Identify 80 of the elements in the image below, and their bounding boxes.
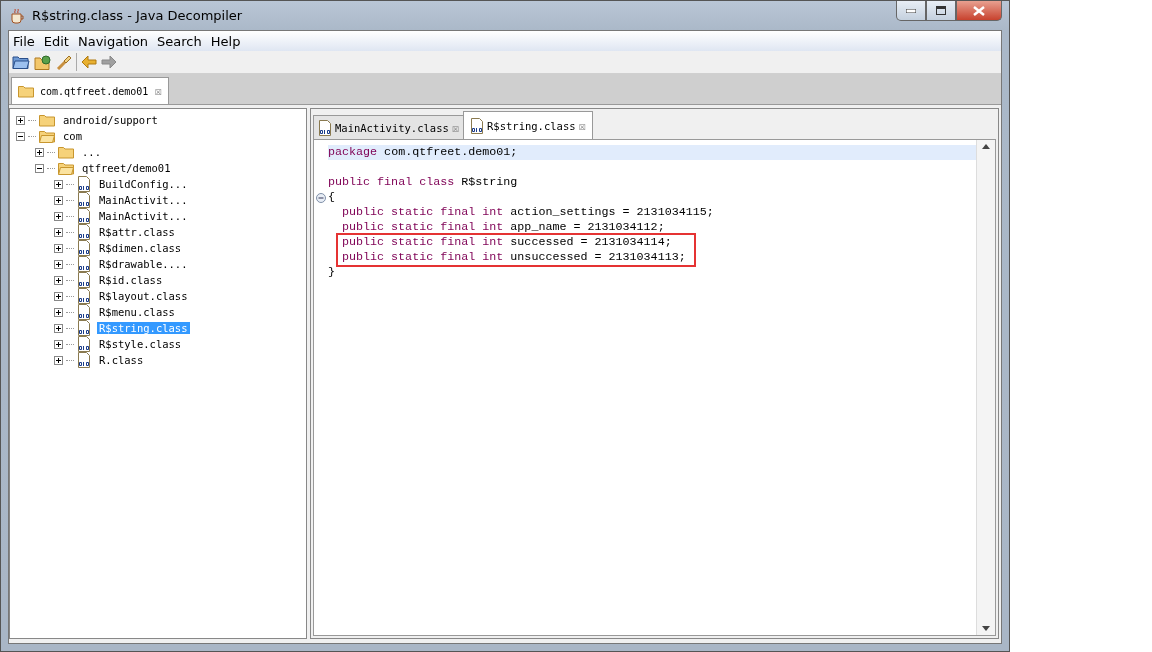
expand-toggle-icon[interactable] [54,275,63,285]
file-tab[interactable]: R$string.class ☒ [463,111,593,139]
menu-item[interactable]: Help [210,33,241,49]
scrollbar[interactable] [976,140,995,635]
code-line: public static final int successed = 2131034114; [342,235,672,250]
code-line: public static final int action_settings = 2131034115; [342,205,714,220]
close-icon [973,5,985,16]
menu-item[interactable]: Navigation [77,33,149,49]
tree-item[interactable]: qtfreet/demo01 [80,162,173,174]
tree-item[interactable]: com [61,130,84,142]
expand-toggle-icon[interactable] [16,115,25,125]
collapse-toggle-icon[interactable] [35,163,44,173]
close-button[interactable] [956,1,1002,21]
code-line: public static final int unsuccessed = 2131034113; [342,250,686,265]
package-tab[interactable]: com.qtfreet.demo01 ☒ [11,77,169,104]
class-file-icon [77,336,91,352]
tree-item[interactable]: R$layout.class [97,290,190,302]
expand-toggle-icon[interactable] [54,339,63,349]
expand-toggle-icon[interactable] [54,227,63,237]
expand-toggle-icon[interactable] [54,355,63,365]
folder-icon [39,113,55,127]
tree-item[interactable]: R.class [97,354,146,366]
minimize-icon [906,8,916,13]
expand-toggle-icon[interactable] [54,307,63,317]
expand-toggle-icon[interactable] [54,291,63,301]
class-file-icon [77,224,91,240]
tree-item[interactable]: R$style.class [97,338,184,350]
code-line: public final class R$string [328,175,518,190]
scroll-down-icon[interactable] [982,626,990,631]
class-file-icon [77,320,91,336]
window-title: R$string.class - Java Decompiler [32,8,243,23]
minimize-button[interactable] [896,1,926,21]
class-file-icon [77,352,91,368]
class-file-icon [77,240,91,256]
class-file-icon [77,304,91,320]
class-file-icon [77,256,91,272]
collapse-toggle-icon[interactable] [16,131,25,141]
tree-item[interactable]: MainActivit... [97,194,190,206]
expand-toggle-icon[interactable] [54,259,63,269]
class-file-icon [77,208,91,224]
tree-item[interactable]: R$drawable.... [97,258,190,270]
folder-icon [18,84,34,98]
folder-globe-icon[interactable] [34,54,52,70]
menu-item[interactable]: Search [157,33,202,49]
tree-item[interactable]: MainActivit... [97,210,190,222]
coffee-cup-icon [10,7,26,24]
code-line: } [328,265,335,280]
class-file-icon [77,272,91,288]
code-line: public static final int app_name = 2131034112; [342,220,665,235]
expand-toggle-icon[interactable] [54,211,63,221]
tree-item[interactable]: R$id.class [97,274,165,286]
class-file-icon [77,176,91,192]
class-file-icon [470,117,485,134]
tree-item[interactable]: R$dimen.class [97,242,184,254]
fold-toggle-icon[interactable] [316,192,326,203]
tree-item[interactable]: ... [80,146,103,158]
folder-icon [58,145,74,159]
scroll-up-icon[interactable] [982,144,990,149]
expand-toggle-icon[interactable] [35,147,44,157]
open-folder-icon [39,129,55,143]
expand-toggle-icon[interactable] [54,323,63,333]
maximize-button[interactable] [926,1,956,21]
tree-item[interactable]: android/support [61,114,160,126]
file-tab[interactable]: MainActivity.class ☒ [313,115,465,139]
class-file-icon [77,288,91,304]
expand-toggle-icon[interactable] [54,179,63,189]
expand-toggle-icon[interactable] [54,243,63,253]
open-folder-icon [58,161,74,175]
open-folder-icon[interactable] [12,54,30,70]
code-line: { [328,190,335,205]
back-arrow-icon[interactable] [81,55,97,69]
maximize-icon [936,6,946,15]
menu-item[interactable]: File [13,33,35,49]
tree-item[interactable]: BuildConfig... [97,178,190,190]
tree-item[interactable]: R$menu.class [97,306,177,318]
tree-item[interactable]: R$attr.class [97,226,177,238]
expand-toggle-icon[interactable] [54,195,63,205]
class-file-icon [77,192,91,208]
menu-item[interactable]: Edit [43,33,69,49]
class-file-icon [318,119,332,136]
